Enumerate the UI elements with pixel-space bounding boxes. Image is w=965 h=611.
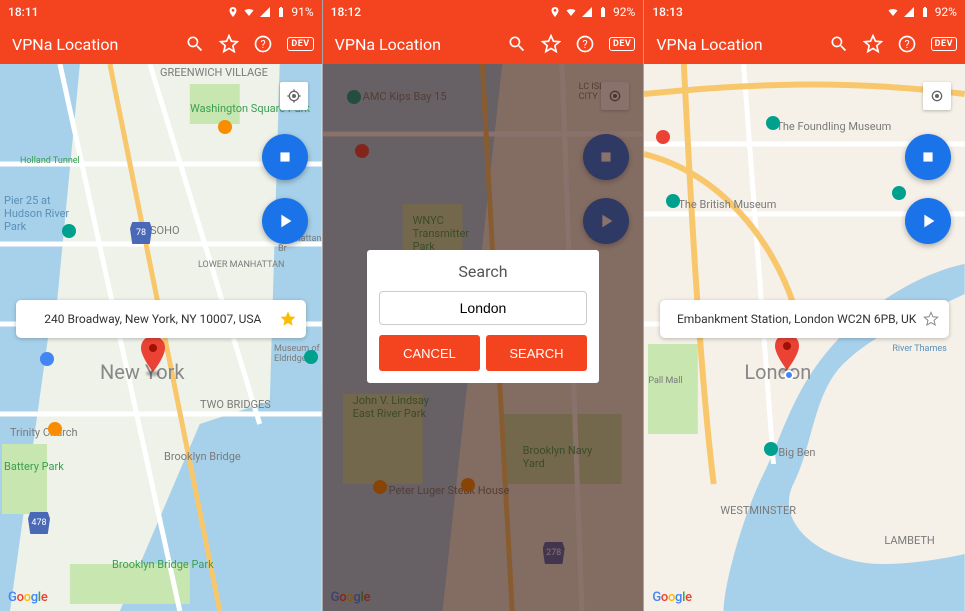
search-button[interactable]: SEARCH xyxy=(486,335,587,371)
battery-icon xyxy=(919,6,931,18)
dev-badge[interactable]: DEV xyxy=(931,37,957,51)
star-icon[interactable] xyxy=(219,34,239,54)
map-pin[interactable] xyxy=(774,334,800,374)
wifi-icon xyxy=(565,6,577,18)
my-location-button[interactable] xyxy=(280,82,308,110)
search-dialog: Search CANCEL SEARCH xyxy=(367,250,599,383)
search-icon[interactable] xyxy=(185,34,205,54)
search-input[interactable] xyxy=(379,291,587,325)
location-icon xyxy=(227,6,239,18)
phone-screen-2: 18:12 92% VPNa Location ? DEV xyxy=(322,0,644,611)
status-icons: 92% xyxy=(549,5,635,19)
status-time: 18:12 xyxy=(331,5,361,19)
status-icons: 92% xyxy=(887,5,957,19)
location-icon xyxy=(549,6,561,18)
search-icon[interactable] xyxy=(507,34,527,54)
location-address: Embankment Station, London WC2N 6PB, UK xyxy=(670,312,923,326)
location-pill[interactable]: 240 Broadway, New York, NY 10007, USA xyxy=(16,300,306,338)
location-pill[interactable]: Embankment Station, London WC2N 6PB, UK xyxy=(660,300,949,338)
app-title: VPNa Location xyxy=(656,35,828,54)
map-pin[interactable] xyxy=(140,336,166,376)
status-bar: 18:12 92% xyxy=(323,0,644,24)
svg-text:?: ? xyxy=(582,38,587,51)
stop-fab[interactable] xyxy=(905,134,951,180)
signal-icon xyxy=(581,6,593,18)
app-title: VPNa Location xyxy=(335,35,507,54)
google-logo: Google xyxy=(8,590,47,605)
play-fab[interactable] xyxy=(905,198,951,244)
wifi-icon xyxy=(887,6,899,18)
phone-screen-3: 18:13 92% VPNa Location ? DEV xyxy=(643,0,965,611)
hwy-shield: 78 xyxy=(130,222,152,244)
dialog-title: Search xyxy=(379,262,587,281)
battery-icon xyxy=(275,6,287,18)
play-fab[interactable] xyxy=(262,198,308,244)
status-time: 18:13 xyxy=(652,5,682,19)
map-view[interactable]: GREENWICH VILLAGE Washington Square Park… xyxy=(0,64,322,611)
status-bar: 18:11 91% xyxy=(0,0,322,24)
star-icon[interactable] xyxy=(541,34,561,54)
app-bar: VPNa Location ? DEV xyxy=(323,24,644,64)
star-outline-icon[interactable] xyxy=(923,311,939,327)
battery-percent: 92% xyxy=(613,5,635,19)
signal-icon xyxy=(903,6,915,18)
status-time: 18:11 xyxy=(8,5,38,19)
battery-icon xyxy=(597,6,609,18)
star-icon[interactable] xyxy=(863,34,883,54)
dev-badge[interactable]: DEV xyxy=(609,37,635,51)
status-bar: 18:13 92% xyxy=(644,0,965,24)
my-location-button[interactable] xyxy=(923,82,951,110)
dev-badge[interactable]: DEV xyxy=(287,37,313,51)
svg-text:?: ? xyxy=(904,38,909,51)
star-filled-icon[interactable] xyxy=(280,311,296,327)
hwy-shield: 478 xyxy=(28,512,50,534)
svg-text:?: ? xyxy=(261,38,266,51)
battery-percent: 91% xyxy=(291,5,313,19)
app-bar: VPNa Location ? DEV xyxy=(0,24,322,64)
wifi-icon xyxy=(243,6,255,18)
search-icon[interactable] xyxy=(829,34,849,54)
signal-icon xyxy=(259,6,271,18)
location-address: 240 Broadway, New York, NY 10007, USA xyxy=(26,312,280,326)
stop-fab[interactable] xyxy=(262,134,308,180)
app-bar: VPNa Location ? DEV xyxy=(644,24,965,64)
help-icon[interactable]: ? xyxy=(897,34,917,54)
status-icons: 91% xyxy=(227,5,313,19)
help-icon[interactable]: ? xyxy=(575,34,595,54)
app-title: VPNa Location xyxy=(12,35,185,54)
battery-percent: 92% xyxy=(935,5,957,19)
map-view[interactable]: The Foundling Museum The British Museum … xyxy=(644,64,965,611)
cancel-button[interactable]: CANCEL xyxy=(379,335,480,371)
help-icon[interactable]: ? xyxy=(253,34,273,54)
google-logo: Google xyxy=(652,590,691,605)
phone-screen-1: 18:11 91% VPNa Location ? DEV xyxy=(0,0,322,611)
